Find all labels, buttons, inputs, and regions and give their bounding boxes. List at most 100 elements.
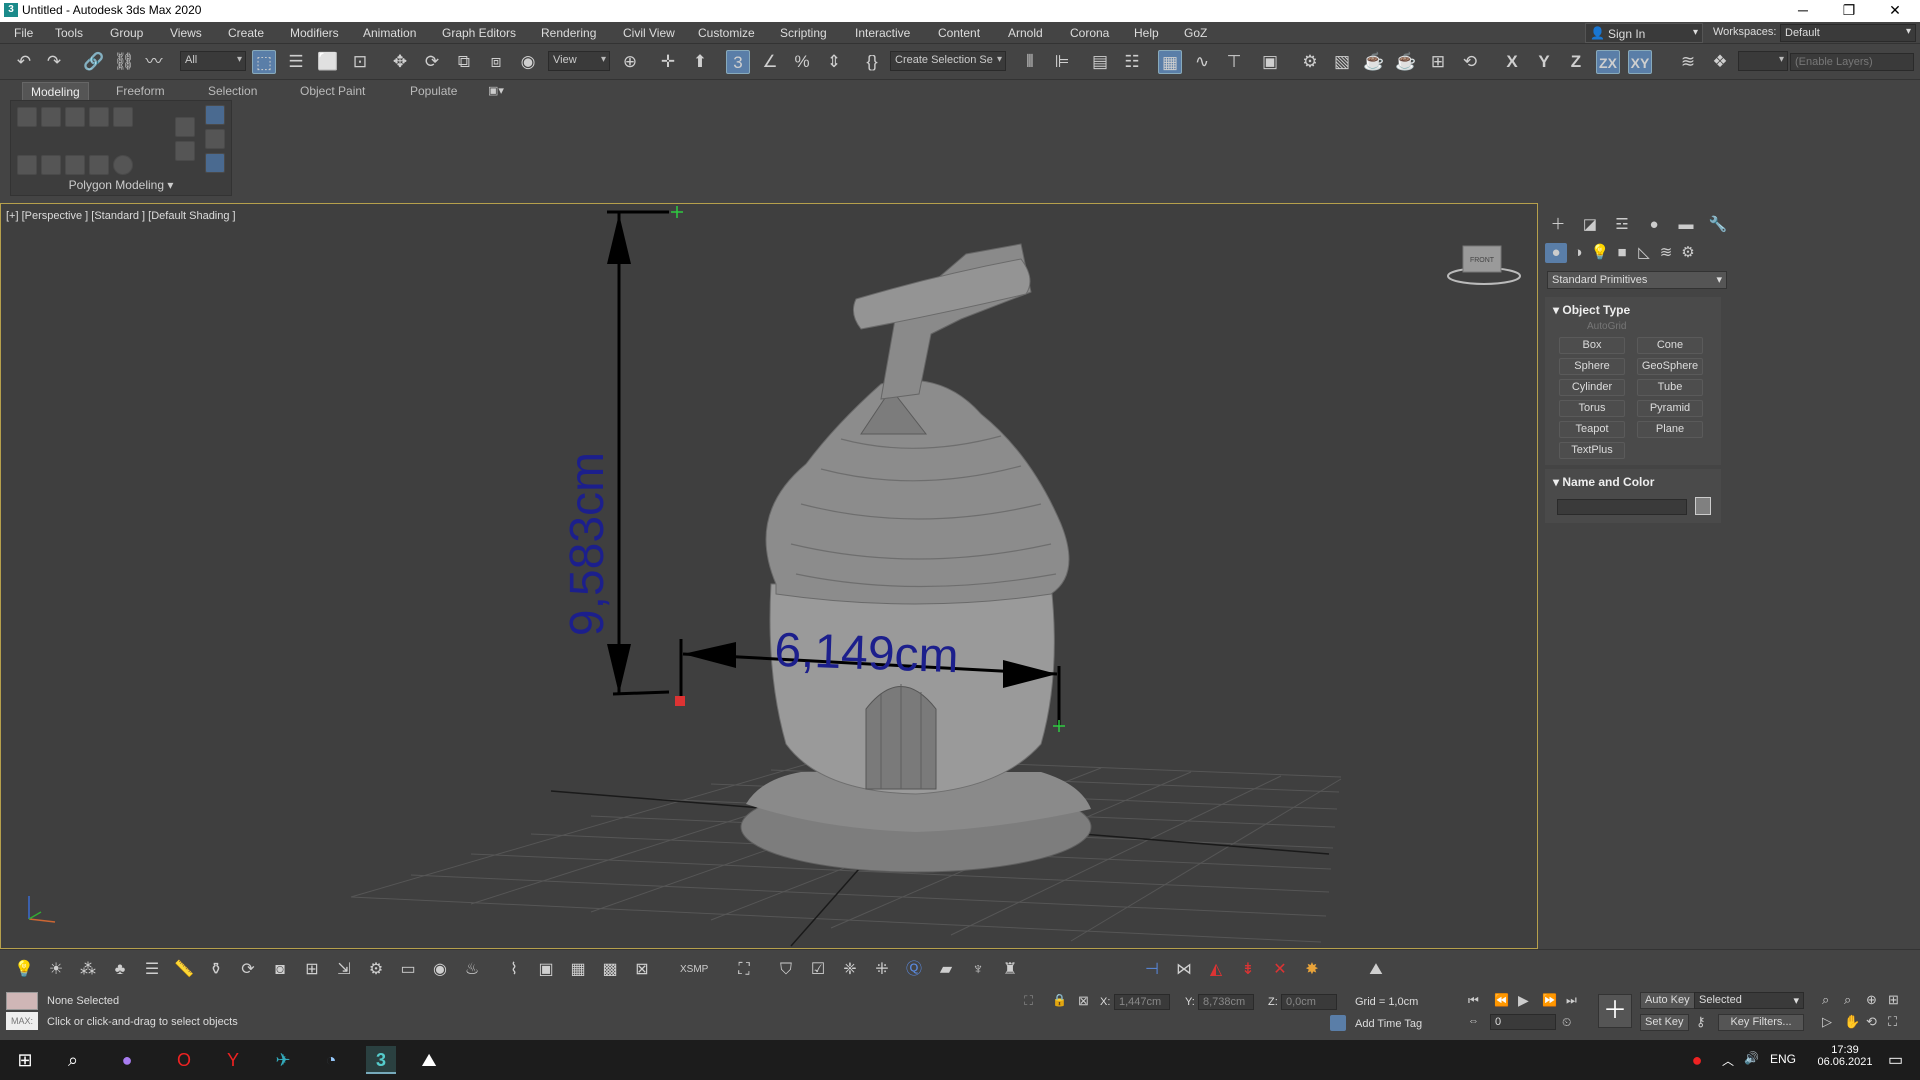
object-name-field[interactable]: [1557, 499, 1687, 515]
toggle-scene-explorer-icon[interactable]: ▤: [1088, 50, 1112, 74]
select-object-icon[interactable]: ⬚: [252, 50, 276, 74]
curve-icon[interactable]: ⌇: [502, 958, 526, 982]
pivot-center-icon[interactable]: ⊕: [618, 50, 642, 74]
render-preset-icon[interactable]: ⛶: [732, 958, 756, 982]
axis-zx-button[interactable]: ZX: [1596, 50, 1620, 74]
rect-selection-icon[interactable]: ⬜: [316, 50, 340, 74]
next-frame-icon[interactable]: ⏩: [1542, 993, 1557, 1007]
rendered-frame-window-icon[interactable]: ▧: [1330, 50, 1354, 74]
preserve-uvs-icon[interactable]: [41, 155, 61, 175]
window-crossing-icon[interactable]: ⊡: [348, 50, 372, 74]
use-soft-selection-icon[interactable]: [175, 117, 195, 137]
acorn-house-model[interactable]: [740, 243, 1092, 873]
lock-icon[interactable]: 🔒: [1052, 993, 1067, 1007]
align-center-icon[interactable]: ⋈: [1172, 958, 1196, 982]
restore-button[interactable]: ❐: [1826, 0, 1872, 22]
dots-icon[interactable]: ⁜: [870, 958, 894, 982]
sphere-button[interactable]: Sphere: [1559, 358, 1625, 375]
spinner-snap-icon[interactable]: ⇕: [822, 50, 846, 74]
photos-icon[interactable]: ⛰: [414, 1046, 444, 1074]
light-icon[interactable]: 💡: [12, 958, 36, 982]
absolute-mode-icon[interactable]: ⊠: [1078, 993, 1089, 1009]
menu-arnold[interactable]: Arnold: [1008, 26, 1043, 40]
key-tangent-icon[interactable]: ⚷: [1696, 1014, 1706, 1030]
axis-z-button[interactable]: Z: [1564, 50, 1588, 74]
xyz-icon[interactable]: ⊠: [630, 958, 654, 982]
menu-customize[interactable]: Customize: [698, 26, 755, 40]
tab-object-paint[interactable]: Object Paint: [292, 82, 373, 100]
schematic-view-icon[interactable]: ⊤: [1222, 50, 1246, 74]
modify-mode-icon[interactable]: [17, 155, 37, 175]
cylinder-button[interactable]: Cylinder: [1559, 379, 1625, 396]
menu-corona[interactable]: Corona: [1070, 26, 1109, 40]
tab-modeling[interactable]: Modeling: [22, 82, 89, 100]
ribbon-options-icon[interactable]: ▣▾: [488, 84, 510, 98]
add-time-tag[interactable]: Add Time Tag: [1355, 1018, 1422, 1030]
polygon-modeling-dropdown[interactable]: Polygon Modeling ▾: [10, 178, 232, 196]
y-coord-field[interactable]: 8,738cm: [1198, 994, 1254, 1010]
ruler-icon[interactable]: 📏: [172, 958, 196, 982]
geometry-icon[interactable]: ●: [1545, 243, 1567, 263]
reference-coord-dropdown[interactable]: View: [548, 51, 610, 71]
volume-icon[interactable]: 🔊: [1744, 1051, 1759, 1065]
render-setup-icon[interactable]: ⚙: [1298, 50, 1322, 74]
set-key-button[interactable]: Set Key: [1640, 1014, 1689, 1031]
pan-icon[interactable]: ✋: [1844, 1014, 1860, 1030]
layer-manager-icon[interactable]: ❖: [1708, 50, 1732, 74]
axis-y-button[interactable]: Y: [1532, 50, 1556, 74]
set-keys-icon[interactable]: ＋: [1598, 994, 1632, 1028]
bucket-icon[interactable]: ⛉: [774, 958, 798, 982]
search-icon[interactable]: ⌕: [58, 1046, 88, 1074]
cycle-icon[interactable]: ⟳: [236, 958, 260, 982]
maxscript-listener-swatch[interactable]: [6, 992, 38, 1010]
go-to-end-icon[interactable]: ⏭: [1566, 993, 1577, 1008]
named-selection-dropdown[interactable]: Create Selection Se: [890, 51, 1006, 71]
textplus-button[interactable]: TextPlus: [1559, 442, 1625, 459]
select-place-icon[interactable]: ⧈: [484, 50, 508, 74]
export-icon[interactable]: ⇲: [332, 958, 356, 982]
maxscript-label[interactable]: MAX:: [6, 1012, 38, 1030]
toggle-ribbon-icon[interactable]: ▦: [1158, 50, 1182, 74]
field-of-view-icon[interactable]: ▷: [1822, 1014, 1832, 1030]
menu-help[interactable]: Help: [1134, 26, 1159, 40]
time-config-icon[interactable]: ⏲: [1562, 1015, 1571, 1030]
menu-views[interactable]: Views: [170, 26, 202, 40]
rotate-icon[interactable]: ⟳: [420, 50, 444, 74]
go-to-start-icon[interactable]: ⏮: [1468, 993, 1479, 1008]
edit-vertex-icon[interactable]: [41, 107, 61, 127]
cone-button[interactable]: Cone: [1637, 337, 1703, 354]
tube-button[interactable]: Tube: [1637, 379, 1703, 396]
windows-start-icon[interactable]: ⊞: [10, 1046, 40, 1074]
qr-icon[interactable]: Ⓠ: [902, 958, 926, 982]
perspective-viewport[interactable]: [+] [Perspective ] [Standard ] [Default …: [0, 203, 1538, 949]
zoom-extents-icon[interactable]: ⊕: [1866, 992, 1877, 1008]
align-icon[interactable]: ⊫: [1050, 50, 1074, 74]
snaps-toggle-icon[interactable]: 3: [726, 50, 750, 74]
list-icon[interactable]: ☰: [140, 958, 164, 982]
menu-animation[interactable]: Animation: [363, 26, 416, 40]
isolate-selection-icon[interactable]: ⛶: [1024, 993, 1033, 1009]
delete-icon[interactable]: ✕: [1268, 958, 1292, 982]
redo-icon[interactable]: ↷: [42, 50, 66, 74]
motion-tab-icon[interactable]: ●: [1643, 215, 1665, 235]
edit-border-icon[interactable]: [89, 107, 109, 127]
foliage-icon[interactable]: ♣: [108, 958, 132, 982]
hierarchy-tab-icon[interactable]: ☲: [1611, 215, 1633, 235]
eye-icon[interactable]: ◉: [428, 958, 452, 982]
refresh-icon[interactable]: ⟲: [1458, 50, 1482, 74]
maximize-viewport-icon[interactable]: ⛶: [1888, 1014, 1897, 1030]
show-end-result-icon[interactable]: [89, 155, 109, 175]
percent-snap-icon[interactable]: %: [790, 50, 814, 74]
pin-icon[interactable]: ⇟: [1236, 958, 1260, 982]
menu-scripting[interactable]: Scripting: [780, 26, 827, 40]
language-indicator[interactable]: ENG: [1770, 1052, 1796, 1066]
3ds-max-taskbar-icon[interactable]: 3: [366, 1046, 396, 1074]
curve-editor-icon[interactable]: ∿: [1190, 50, 1214, 74]
sign-in-dropdown[interactable]: 👤 Sign In ▾: [1585, 23, 1703, 43]
shapes-icon[interactable]: ◑: [1567, 243, 1589, 263]
frame-icon[interactable]: ▭: [396, 958, 420, 982]
previous-modifier-icon[interactable]: [205, 129, 225, 149]
edit-edge-icon[interactable]: [65, 107, 85, 127]
display-tab-icon[interactable]: ▬: [1675, 215, 1697, 235]
tab-populate[interactable]: Populate: [402, 82, 465, 100]
